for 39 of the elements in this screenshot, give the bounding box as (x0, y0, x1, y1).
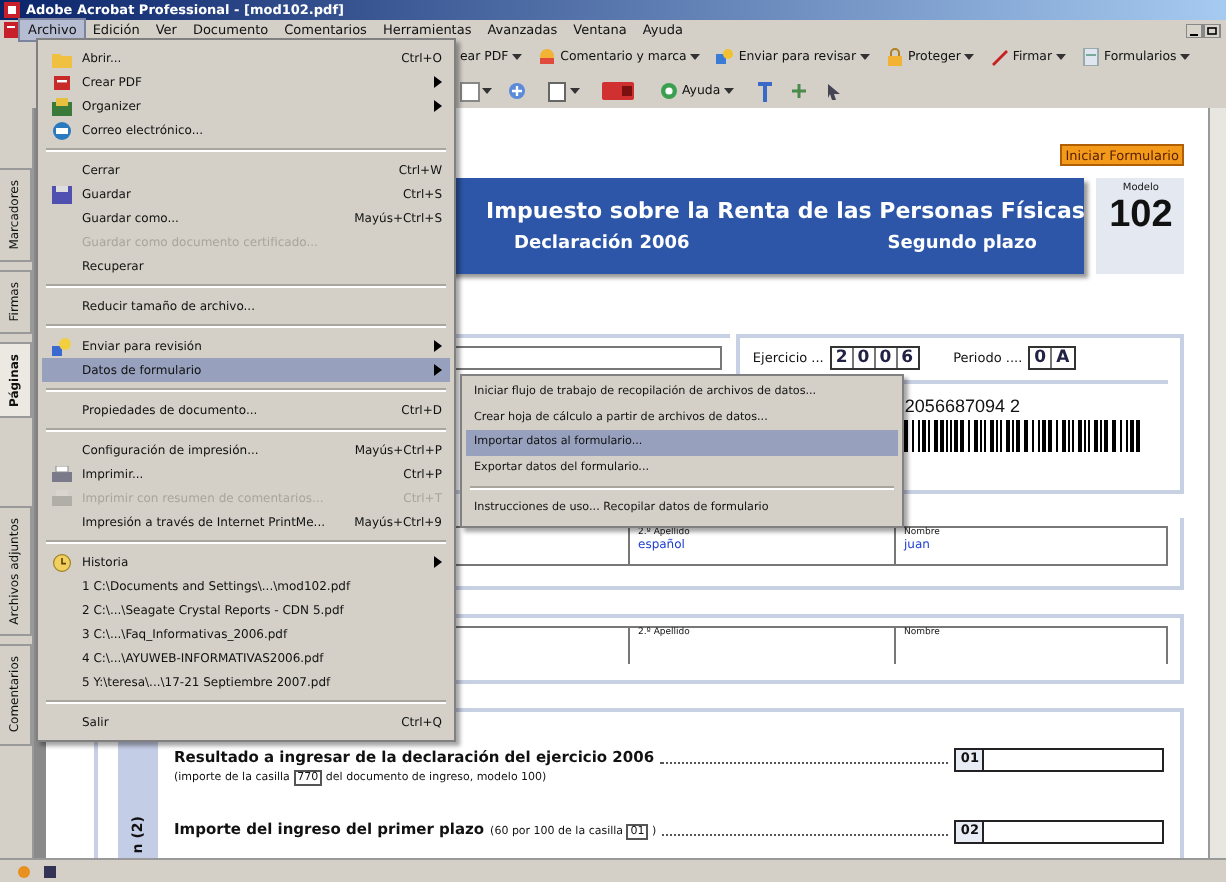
send-icon (52, 337, 72, 355)
form-icon (1081, 48, 1100, 66)
year-field[interactable]: 2 0 0 6 (829, 346, 920, 370)
caret-icon (724, 87, 735, 95)
text-select-icon[interactable] (756, 81, 775, 101)
document-icon[interactable] (4, 22, 20, 38)
email-icon (52, 121, 72, 139)
caret-icon (1055, 53, 1066, 61)
submenu-arrow-icon (434, 556, 442, 568)
zoom-dropdown[interactable] (460, 81, 492, 101)
app-icon (4, 2, 20, 18)
printer-icon (52, 465, 72, 483)
page-view-icon[interactable] (548, 81, 580, 101)
period-field[interactable]: 0 A (1028, 346, 1076, 370)
caret-icon (512, 53, 523, 61)
caret-icon (964, 53, 975, 61)
help-icon (660, 82, 678, 100)
declaration-year: Declaración 2006 (514, 234, 690, 254)
window-controls-icon[interactable] (1186, 23, 1222, 37)
zoom-in-icon[interactable] (508, 82, 526, 100)
send-icon (716, 48, 735, 66)
pointer-icon[interactable] (824, 82, 843, 100)
form-title: Impuesto sobre la Renta de las Personas Físicas (486, 198, 1085, 224)
comment-icon (538, 48, 557, 66)
folder-icon (52, 49, 72, 67)
pdf-icon (52, 73, 72, 91)
toolbar-logo-icon[interactable] (602, 82, 634, 100)
organizer-icon (52, 97, 72, 115)
printer-icon (52, 489, 72, 507)
clock-icon (52, 553, 72, 571)
term-label: Segundo plazo (887, 234, 1037, 254)
lock-icon (886, 48, 905, 66)
model-number: 102 (1109, 194, 1173, 238)
caret-icon (860, 53, 871, 61)
barcode-number: 2056687094 2 (904, 396, 1022, 416)
caret-icon (1180, 53, 1191, 61)
caret-icon (690, 53, 701, 61)
pen-icon (990, 48, 1009, 66)
add-icon[interactable] (790, 82, 809, 100)
